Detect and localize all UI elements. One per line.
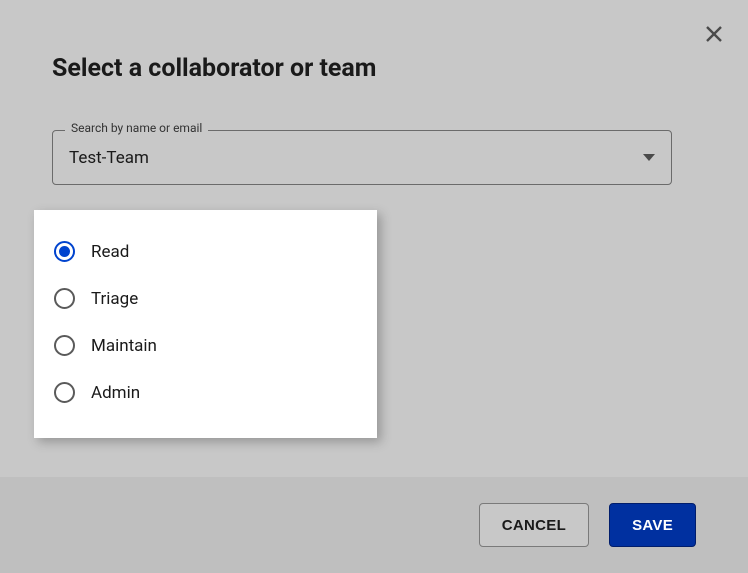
permission-option-admin[interactable]: Admin: [54, 369, 357, 416]
chevron-down-icon: [643, 154, 655, 161]
radio-icon: [54, 382, 75, 403]
permission-option-label: Read: [91, 242, 129, 262]
cancel-button[interactable]: CANCEL: [479, 503, 589, 547]
permission-option-triage[interactable]: Triage: [54, 275, 357, 322]
radio-icon: [54, 288, 75, 309]
search-field-label: Search by name or email: [65, 121, 208, 135]
radio-icon: [54, 241, 75, 262]
radio-icon: [54, 335, 75, 356]
search-combobox[interactable]: Search by name or email Test-Team: [52, 130, 672, 185]
radio-dot-icon: [59, 246, 70, 257]
dialog-title: Select a collaborator or team: [52, 54, 376, 83]
save-button[interactable]: SAVE: [609, 503, 696, 547]
close-button[interactable]: [702, 22, 726, 46]
permission-option-label: Maintain: [91, 336, 157, 356]
permission-option-read[interactable]: Read: [54, 228, 357, 275]
permission-radio-group: Read Triage Maintain Admin: [34, 210, 377, 438]
search-field-value: Test-Team: [69, 148, 643, 168]
permission-option-label: Admin: [91, 383, 140, 403]
dialog-footer: CANCEL SAVE: [0, 477, 748, 573]
permission-option-label: Triage: [91, 289, 138, 309]
permission-option-maintain[interactable]: Maintain: [54, 322, 357, 369]
close-icon: [704, 24, 724, 44]
